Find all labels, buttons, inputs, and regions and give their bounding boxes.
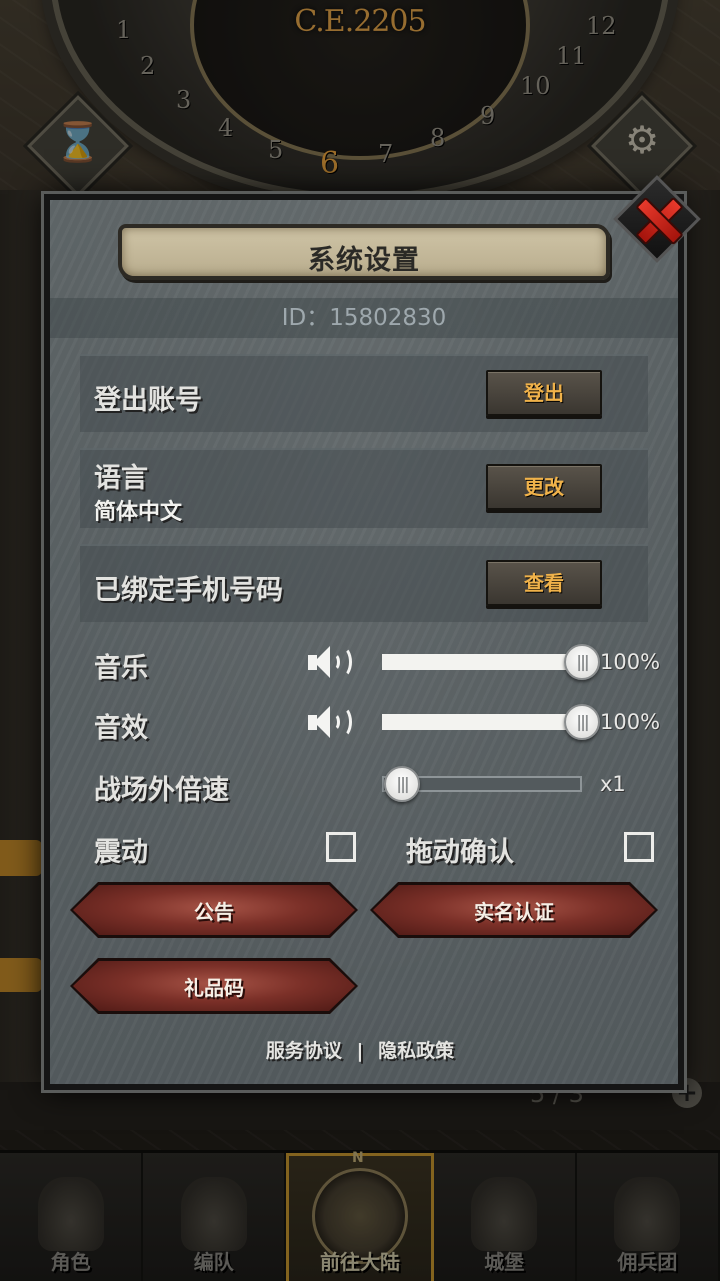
language-label: 语言 [94, 463, 148, 494]
logout-label: 登出账号 [94, 385, 202, 416]
close-icon[interactable] [630, 192, 684, 246]
privacy-policy-link[interactable]: 隐私政策 [378, 1040, 454, 1062]
sfx-label: 音效 [94, 713, 148, 744]
speaker-icon[interactable] [308, 702, 354, 742]
phone-label: 已绑定手机号码 [94, 575, 283, 606]
slider-fill [382, 714, 582, 730]
speaker-icon[interactable] [308, 642, 354, 682]
slider-handle[interactable] [384, 766, 420, 802]
footer-links: 服务协议 | 隐私政策 [0, 1036, 720, 1063]
slider-handle[interactable] [564, 644, 600, 680]
language-value: 简体中文 [94, 500, 183, 525]
vibration-label: 震动 [94, 837, 148, 868]
view-phone-button[interactable]: 查看 [486, 560, 602, 606]
notice-button[interactable]: 公告 [70, 882, 358, 938]
dialog-title-plate: 系统设置 [118, 224, 610, 280]
footer-separator: | [356, 1040, 364, 1062]
player-id: ID：15802830 [50, 298, 678, 338]
logout-row: 登出账号 登出 [80, 354, 648, 432]
logout-button[interactable]: 登出 [486, 370, 602, 416]
vibration-checkbox[interactable] [326, 832, 356, 862]
gift-code-button-label: 礼品码 [184, 976, 244, 1000]
music-slider[interactable] [382, 644, 600, 680]
drag-confirm-checkbox[interactable] [624, 832, 654, 862]
music-label: 音乐 [94, 653, 148, 684]
slider-handle[interactable] [564, 704, 600, 740]
service-agreement-link[interactable]: 服务协议 [266, 1040, 342, 1062]
slider-fill [382, 654, 582, 670]
realname-verify-button[interactable]: 实名认证 [370, 882, 658, 938]
language-row: 语言 简体中文 更改 [80, 448, 648, 528]
battle-speed-label: 战场外倍速 [94, 775, 229, 806]
gift-code-button[interactable]: 礼品码 [70, 958, 358, 1014]
sfx-slider[interactable] [382, 704, 600, 740]
battle-speed-slider[interactable] [382, 766, 582, 802]
dialog-title: 系统设置 [308, 245, 420, 276]
change-language-button[interactable]: 更改 [486, 464, 602, 510]
battle-speed-value: x1 [600, 772, 626, 796]
notice-button-label: 公告 [194, 900, 234, 924]
sfx-percent: 100% [600, 710, 661, 734]
drag-confirm-label: 拖动确认 [406, 837, 514, 868]
realname-button-label: 实名认证 [474, 900, 554, 924]
phone-row: 已绑定手机号码 查看 [80, 544, 648, 622]
music-percent: 100% [600, 650, 661, 674]
